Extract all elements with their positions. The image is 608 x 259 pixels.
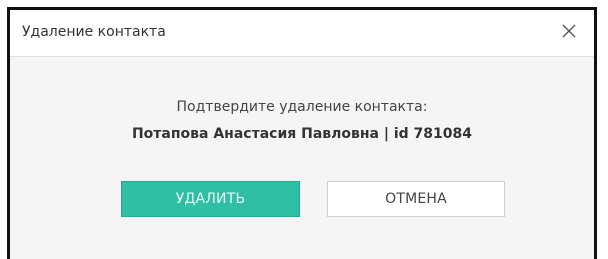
confirm-prompt: Подтвердите удаление контакта:: [176, 99, 428, 115]
cancel-button[interactable]: ОТМЕНА: [327, 181, 505, 217]
delete-contact-dialog: Удаление контакта Подтвердите удаление к…: [7, 7, 597, 259]
dialog-body: Подтвердите удаление контакта: Потапова …: [10, 57, 594, 259]
delete-button[interactable]: УДАЛИТЬ: [121, 181, 300, 217]
dialog-titlebar: Удаление контакта: [10, 10, 594, 57]
dialog-title: Удаление контакта: [22, 24, 166, 40]
close-icon-glyph: [562, 24, 576, 38]
contact-identifier: Потапова Анастасия Павловна | id 781084: [131, 126, 473, 142]
close-icon[interactable]: [558, 20, 580, 42]
